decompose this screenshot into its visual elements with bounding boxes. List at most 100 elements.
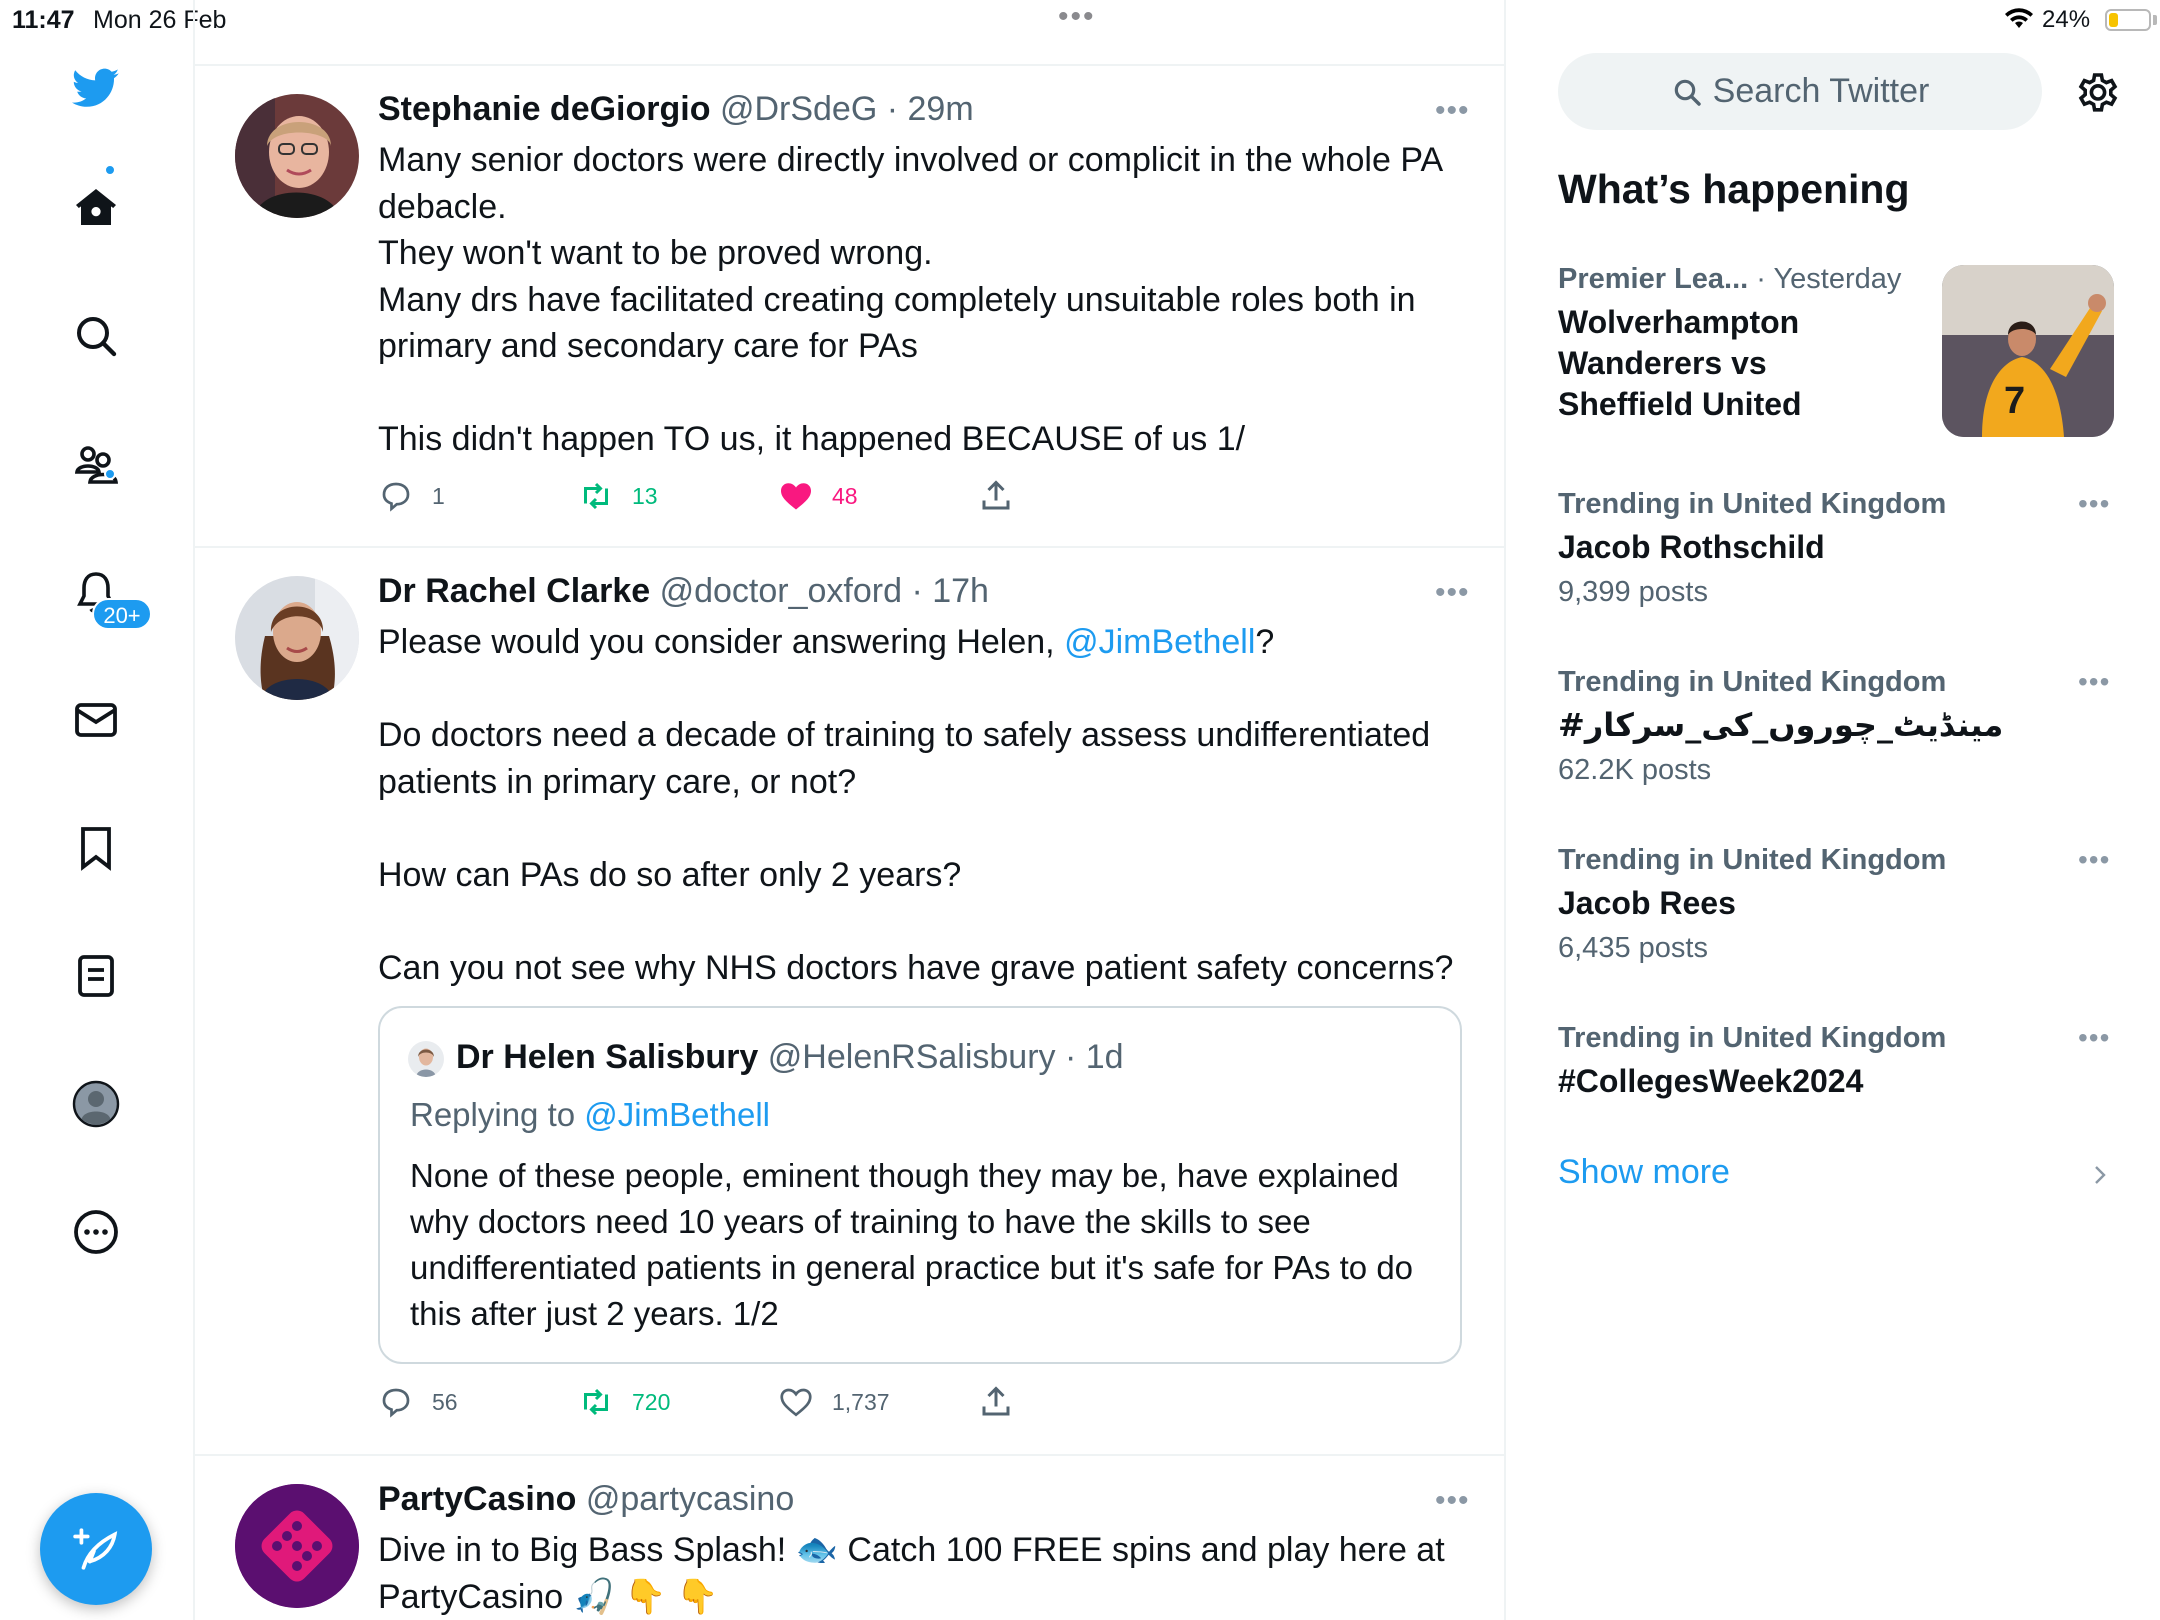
tweet-header: Dr Rachel Clarke @doctor_oxford · 17h [378,572,989,611]
trend-title: Jacob Rothschild [1558,529,1825,565]
retweet-icon [584,482,608,510]
tweet-time[interactable]: 29m [908,90,974,128]
trend-more-icon[interactable]: ••• [2078,1022,2110,1054]
share-button[interactable] [978,1384,1032,1420]
show-more-link[interactable]: Show more [1558,1153,1730,1192]
search-icon[interactable] [70,310,122,362]
tweet-1[interactable]: Stephanie deGiorgio @DrSdeG · 29m ••• Ma… [195,66,1506,548]
trend-category: Premier Lea... [1558,263,1749,295]
retweet-button[interactable]: 13 [578,478,658,514]
trend-more-icon[interactable]: ••• [2078,844,2110,876]
home-unread-dot [104,164,116,176]
compose-tweet-button[interactable] [40,1493,152,1605]
trend-meta: Premier Lea... · Yesterday [1558,263,1958,296]
trend-meta: Trending in United Kingdom [1558,666,2118,699]
communities-icon[interactable] [70,438,122,490]
trend-item-3[interactable]: Trending in United Kingdom Jacob Rees 6,… [1558,844,2118,965]
trend-more-icon[interactable]: ••• [2078,666,2110,698]
more-options-icon[interactable]: ••• [1435,1484,1470,1518]
retweet-button[interactable]: 720 [578,1384,670,1420]
replying-to-link[interactable]: @JimBethell [584,1096,770,1133]
compose-feather-icon [73,1528,118,1570]
retweet-icon [584,1388,608,1416]
like-button[interactable]: 48 [778,478,858,514]
search-twitter-input[interactable]: Search Twitter [1558,53,2042,130]
avatar[interactable] [235,1484,359,1608]
quote-header-separator: · [1055,1038,1086,1076]
trend-title: #CollegesWeek2024 [1558,1063,1864,1099]
author-handle[interactable]: @partycasino [586,1480,794,1518]
tweet-header: PartyCasino @partycasino [378,1480,794,1519]
tweet-3[interactable]: PartyCasino @partycasino ••• Dive in to … [195,1456,1506,1620]
settings-gear-icon[interactable] [2074,68,2122,116]
messages-icon[interactable] [70,694,122,746]
author-handle[interactable]: @DrSdeG [720,90,877,128]
lists-icon[interactable] [70,950,122,1002]
reply-count: 1 [432,482,445,509]
like-count: 48 [832,482,858,509]
mention-link[interactable]: @JimBethell [1064,623,1255,661]
chevron-right-icon [2095,1166,2106,1184]
trend-title: Jacob Rees [1558,885,1736,921]
author-handle[interactable]: @doctor_oxford [660,572,902,610]
notifications-badge: 20+ [92,598,152,630]
trend-item-1[interactable]: Trending in United Kingdom Jacob Rothsch… [1558,488,2118,609]
svg-text:7: 7 [2004,380,2025,422]
tweet-text: Please would you consider answering Hele… [378,619,1478,991]
share-icon [982,1386,1010,1416]
timeline: Stephanie deGiorgio @DrSdeG · 29m ••• Ma… [193,0,1506,1620]
right-sidebar: Search Twitter What’s happening Premier … [1506,0,2160,1620]
quote-time: 1d [1085,1038,1124,1076]
trend-meta: Trending in United Kingdom [1558,844,2118,877]
author-name[interactable]: Stephanie deGiorgio [378,90,710,128]
trend-meta-text: Trending in United Kingdom [1558,844,1947,876]
search-placeholder: Search Twitter [1712,72,1930,110]
tweet-actions: 1 13 48 [378,478,1078,518]
trend-more-icon[interactable]: ••• [2078,488,2110,520]
tweet-text-part-1: Please would you consider answering Hele… [378,623,1065,661]
communities-unread-dot [104,468,116,480]
trend-item-4[interactable]: Trending in United Kingdom #CollegesWeek… [1558,1022,2118,1102]
quoted-tweet[interactable]: Dr Helen Salisbury @HelenRSalisbury · 1d… [378,1006,1462,1364]
profile-icon[interactable] [70,1078,122,1130]
reply-icon [382,1388,410,1418]
avatar[interactable] [235,94,359,218]
tweet-time[interactable]: 17h [932,572,989,610]
trend-title: Wolverhampton Wanderers vs Sheffield Uni… [1558,304,1802,422]
trend-featured-image[interactable]: 7 [1942,265,2114,437]
quote-text: None of these people, eminent though the… [410,1157,1423,1332]
trend-count: 9,399 posts [1558,576,1708,608]
header-separator: · [877,90,908,128]
tweet-text: Many senior doctors were directly involv… [378,141,1442,458]
trend-count: 6,435 posts [1558,932,1708,964]
avatar[interactable] [235,576,359,700]
whats-happening-title: What’s happening [1558,166,1910,212]
home-icon[interactable] [70,182,122,234]
bookmarks-icon[interactable] [70,822,122,874]
tweet-text-part-2: ? Do doctors need a decade of training t… [378,623,1454,987]
tweet-text: Dive in to Big Bass Splash! 🐟 Catch 100 … [378,1531,1455,1616]
author-name[interactable]: Dr Rachel Clarke [378,572,650,610]
trend-meta-text: Trending in United Kingdom [1558,1022,1947,1054]
reply-count: 56 [432,1388,458,1415]
tweet-2[interactable]: Dr Rachel Clarke @doctor_oxford · 17h ••… [195,548,1506,1456]
twitter-bird-icon[interactable] [70,62,122,114]
quote-avatar[interactable] [408,1041,444,1077]
quote-author-name: Dr Helen Salisbury [456,1038,759,1076]
share-icon [982,480,1010,510]
retweet-count: 720 [632,1388,671,1415]
more-options-icon[interactable]: ••• [1435,94,1470,128]
trend-meta: Trending in United Kingdom [1558,488,2118,521]
like-button[interactable]: 1,737 [778,1384,890,1420]
more-icon[interactable] [70,1206,122,1258]
author-name[interactable]: PartyCasino [378,1480,576,1518]
reply-button[interactable]: 1 [378,478,445,514]
replying-to-label: Replying to [410,1096,585,1133]
reply-button[interactable]: 56 [378,1384,458,1420]
trend-item-2[interactable]: Trending in United Kingdom #مینڈیٹ_چوروں… [1558,666,2118,787]
quote-replying-to: Replying to @JimBethell [410,1096,770,1134]
trend-featured[interactable]: Premier Lea... · Yesterday Wolverhampton… [1558,263,1958,425]
heart-outline-icon [780,1388,812,1417]
share-button[interactable] [978,478,1032,514]
more-options-icon[interactable]: ••• [1435,576,1470,610]
